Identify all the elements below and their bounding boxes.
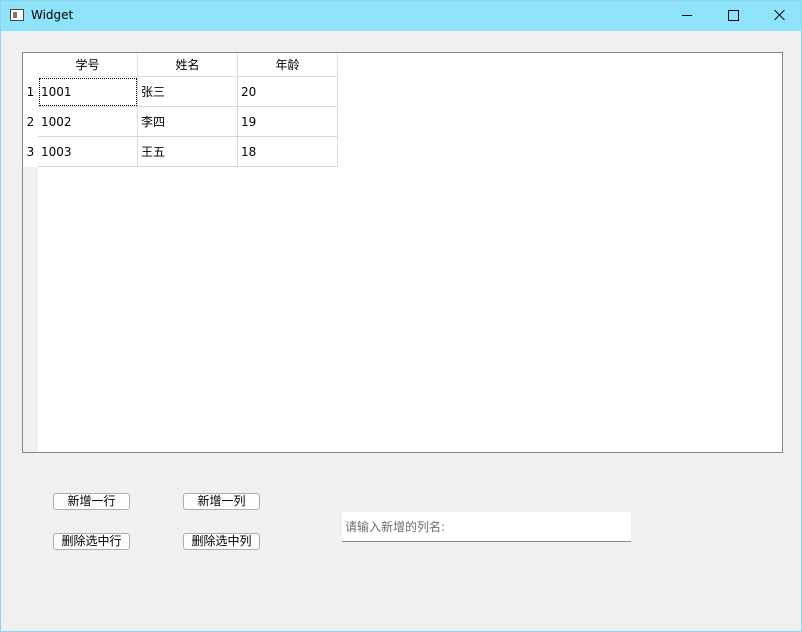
minimize-button[interactable] <box>663 1 709 31</box>
minimize-icon <box>682 15 692 16</box>
table-cell[interactable]: 王五 <box>138 137 238 167</box>
column-name-input[interactable] <box>342 512 631 542</box>
add-column-button[interactable]: 新增一列 <box>183 493 260 510</box>
column-header-age[interactable]: 年龄 <box>238 53 338 77</box>
delete-column-button[interactable]: 删除选中列 <box>183 533 260 550</box>
row-header[interactable]: 1 <box>23 77 38 107</box>
row-header[interactable]: 3 <box>23 137 38 167</box>
close-button[interactable] <box>755 1 801 31</box>
table-corner[interactable] <box>23 53 38 77</box>
title-bar[interactable]: Widget <box>1 1 801 31</box>
add-row-button[interactable]: 新增一行 <box>53 493 130 510</box>
table-cell[interactable]: 李四 <box>138 107 238 137</box>
delete-row-button[interactable]: 删除选中行 <box>53 533 130 550</box>
table-cell[interactable]: 1001 <box>38 77 138 107</box>
column-header-name[interactable]: 姓名 <box>138 53 238 77</box>
close-icon <box>773 8 787 22</box>
data-table[interactable]: 学号 姓名 年龄 1 2 3 1001 张三 20 1002 李四 19 100… <box>22 52 783 453</box>
table-cell[interactable]: 张三 <box>138 77 238 107</box>
app-window-icon <box>10 9 24 21</box>
maximize-button[interactable] <box>709 1 755 31</box>
maximize-icon <box>728 10 739 21</box>
table-cell[interactable]: 1003 <box>38 137 138 167</box>
table-cell[interactable]: 18 <box>238 137 338 167</box>
table-cell[interactable]: 1002 <box>38 107 138 137</box>
window-title: Widget <box>31 8 74 22</box>
column-header-student-id[interactable]: 学号 <box>38 53 138 77</box>
table-cell[interactable]: 19 <box>238 107 338 137</box>
table-cell[interactable]: 20 <box>238 77 338 107</box>
row-header[interactable]: 2 <box>23 107 38 137</box>
app-window: Widget 学号 姓名 年龄 1 2 3 1001 张三 20 1002 李四… <box>0 0 802 632</box>
